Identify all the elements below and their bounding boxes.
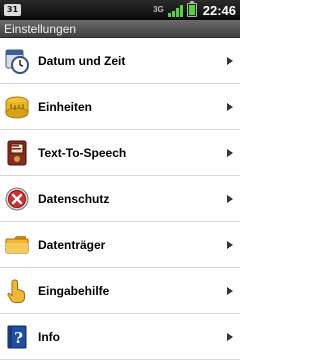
settings-item-datenschutz[interactable]: Datenschutz: [0, 176, 240, 222]
settings-item-eingabehilfe[interactable]: Eingabehilfe: [0, 268, 240, 314]
settings-item-label: Eingabehilfe: [38, 283, 110, 298]
status-clock: 22:46: [202, 2, 236, 18]
calendar-clock-icon: [3, 47, 31, 75]
chevron-right-icon: [227, 332, 233, 341]
privacy-x-icon: [3, 185, 31, 213]
settings-item-info[interactable]: ? Info: [0, 314, 240, 360]
svg-text:?: ?: [14, 329, 23, 347]
settings-item-einheiten[interactable]: Einheiten: [0, 84, 240, 130]
settings-item-text-to-speech[interactable]: Text-To-Speech: [0, 130, 240, 176]
status-bar-right: 3G 22:46: [153, 1, 236, 18]
settings-item-label: Info: [38, 329, 60, 344]
settings-item-label: Datenschutz: [38, 191, 110, 206]
chevron-right-icon: [227, 240, 233, 249]
chevron-right-icon: [227, 194, 233, 203]
settings-item-label: Text-To-Speech: [38, 145, 127, 160]
status-bar: 31 3G 22:46: [0, 0, 240, 20]
speech-device-icon: [3, 139, 31, 167]
settings-item-datentraeger[interactable]: Datenträger: [0, 222, 240, 268]
settings-item-label: Datum und Zeit: [38, 53, 126, 68]
page-title: Einstellungen: [0, 20, 240, 38]
network-type-label: 3G: [153, 5, 164, 14]
chevron-right-icon: [227, 102, 233, 111]
signal-bars-icon: [167, 4, 183, 17]
battery-icon: [186, 1, 197, 17]
settings-list: Datum und Zeit Einheiten Text-To-Speech …: [0, 38, 240, 360]
status-bar-left: 31: [4, 4, 21, 16]
chevron-right-icon: [227, 286, 233, 295]
chevron-right-icon: [227, 148, 233, 157]
calendar-notification-icon[interactable]: 31: [4, 4, 21, 16]
settings-item-label: Datenträger: [38, 237, 106, 252]
folder-icon: [3, 231, 31, 259]
settings-item-datum-und-zeit[interactable]: Datum und Zeit: [0, 38, 240, 84]
measuring-tape-icon: [3, 93, 31, 121]
info-book-icon: ?: [3, 323, 31, 351]
pointing-hand-icon: [3, 277, 31, 305]
settings-item-label: Einheiten: [38, 99, 93, 114]
chevron-right-icon: [227, 56, 233, 65]
